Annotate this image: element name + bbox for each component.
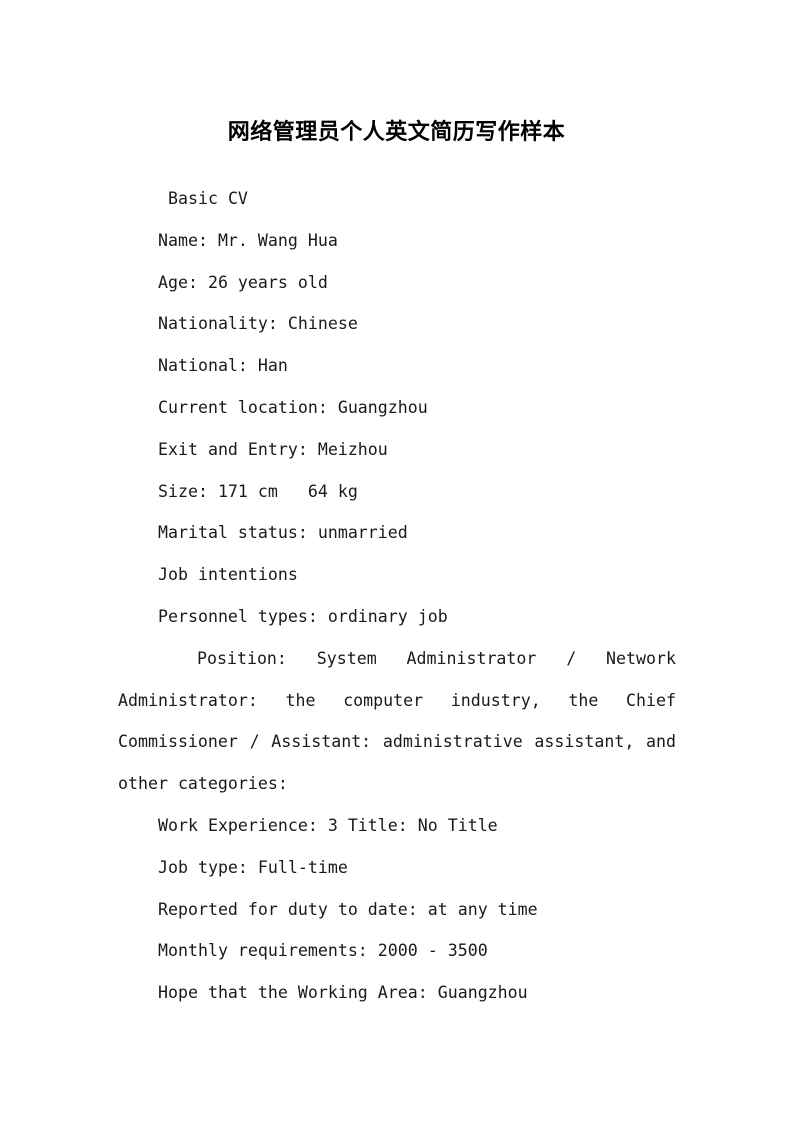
info-line-exit-and-entry: Exit and Entry: Meizhou (158, 439, 388, 459)
page-title: 网络管理员个人英文简历写作样本 (227, 120, 566, 145)
document-body: Basic CV Name: Mr. Wang Hua Age: 26 year… (118, 178, 676, 1014)
info-line-nationality: Nationality: Chinese (158, 314, 358, 334)
info-line-marital-status: Marital status: unmarried (158, 523, 408, 543)
info-line-personnel-types: Personnel types: ordinary job (158, 606, 448, 626)
info-line-current-location: Current location: Guangzhou (158, 397, 428, 417)
info-line-reported-for-duty: Reported for duty to date: at any time (158, 899, 538, 919)
info-line-name: Name: Mr. Wang Hua (158, 230, 338, 250)
info-line-working-area: Hope that the Working Area: Guangzhou (158, 983, 528, 1003)
section-heading-job-intentions: Job intentions (158, 565, 298, 585)
paragraph-position: Position: System Administrator / Network… (118, 648, 676, 794)
info-line-job-type: Job type: Full-time (158, 857, 348, 877)
info-line-age: Age: 26 years old (158, 272, 328, 292)
document-page: 网络管理员个人英文简历写作样本 Basic CV Name: Mr. Wang … (0, 0, 793, 1122)
info-line-size: Size: 171 cm 64 kg (158, 481, 358, 501)
info-line-monthly-requirements: Monthly requirements: 2000 - 3500 (158, 941, 488, 961)
info-line-national: National: Han (158, 356, 288, 376)
info-line-work-experience: Work Experience: 3 Title: No Title (158, 815, 498, 835)
section-heading-basic-cv: Basic CV (168, 189, 248, 208)
